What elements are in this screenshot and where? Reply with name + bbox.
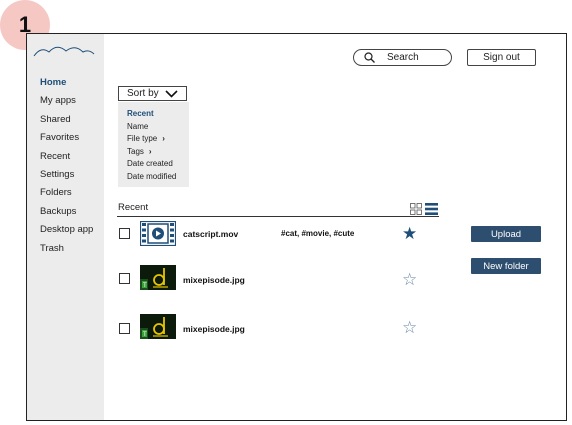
sort-option-date-modified[interactable]: Date modified [127, 171, 189, 184]
star-outline-icon[interactable]: ☆ [402, 319, 417, 336]
sort-by-dropdown[interactable]: Sort by [118, 86, 187, 101]
search-icon [364, 52, 375, 63]
file-row[interactable]: T mixepisode.jpg ☆ [119, 265, 439, 291]
chevron-right-icon: › [148, 146, 152, 156]
sign-out-button[interactable]: Sign out [467, 49, 536, 66]
row-checkbox[interactable] [119, 228, 130, 239]
sort-option-tags[interactable]: Tags › [127, 146, 189, 159]
sidebar-item-shared[interactable]: Shared [27, 111, 104, 129]
file-name[interactable]: catscript.mov [183, 229, 238, 239]
app-window: Home My apps Shared Favorites Recent Set… [26, 33, 567, 421]
sort-option-recent[interactable]: Recent [127, 108, 189, 121]
file-tags: #cat, #movie, #cute [281, 229, 355, 238]
file-row[interactable]: catscript.mov #cat, #movie, #cute ★ [119, 221, 439, 247]
image-thumbnail: T [140, 265, 176, 290]
sort-option-date-created[interactable]: Date created [127, 158, 189, 171]
sort-option-label: Tags [127, 146, 144, 156]
star-filled-icon[interactable]: ★ [402, 225, 417, 242]
sort-by-label: Sort by [127, 88, 159, 99]
sidebar-item-desktop-app[interactable]: Desktop app [27, 221, 104, 239]
sidebar-item-settings[interactable]: Settings [27, 166, 104, 184]
image-thumbnail: T [140, 314, 176, 339]
row-checkbox[interactable] [119, 323, 130, 334]
row-checkbox[interactable] [119, 273, 130, 284]
file-name[interactable]: mixepisode.jpg [183, 275, 245, 285]
sort-option-file-type[interactable]: File type › [127, 133, 189, 146]
sidebar-item-backups[interactable]: Backups [27, 203, 104, 221]
section-title: Recent [118, 202, 149, 213]
chevron-right-icon: › [162, 134, 165, 144]
sidebar-item-recent[interactable]: Recent [27, 148, 104, 166]
video-icon [140, 221, 176, 246]
file-row[interactable]: T mixepisode.jpg ☆ [119, 314, 439, 340]
search-label: Search [387, 52, 419, 63]
sort-option-label: File type [127, 134, 158, 144]
file-name[interactable]: mixepisode.jpg [183, 324, 245, 334]
sidebar-nav: Home My apps Shared Favorites Recent Set… [27, 74, 104, 258]
list-view-icon[interactable] [425, 203, 438, 215]
sort-menu: Recent Name File type › Tags › Date create… [118, 102, 189, 187]
svg-text:T: T [143, 283, 147, 289]
search-box[interactable]: Search [353, 49, 452, 66]
svg-text:T: T [143, 332, 147, 338]
grid-view-icon[interactable] [410, 203, 422, 215]
sidebar: Home My apps Shared Favorites Recent Set… [27, 34, 104, 420]
new-folder-button[interactable]: New folder [471, 258, 541, 274]
sidebar-item-home[interactable]: Home [27, 74, 104, 92]
star-outline-icon[interactable]: ☆ [402, 271, 417, 288]
sidebar-item-my-apps[interactable]: My apps [27, 92, 104, 110]
upload-button[interactable]: Upload [471, 226, 541, 242]
sidebar-item-favorites[interactable]: Favorites [27, 129, 104, 147]
sidebar-item-trash[interactable]: Trash [27, 240, 104, 258]
sidebar-item-folders[interactable]: Folders [27, 184, 104, 202]
list-divider [117, 216, 439, 217]
chevron-down-icon [165, 89, 178, 98]
sort-option-name[interactable]: Name [127, 121, 189, 134]
cloud-icon [33, 46, 95, 57]
